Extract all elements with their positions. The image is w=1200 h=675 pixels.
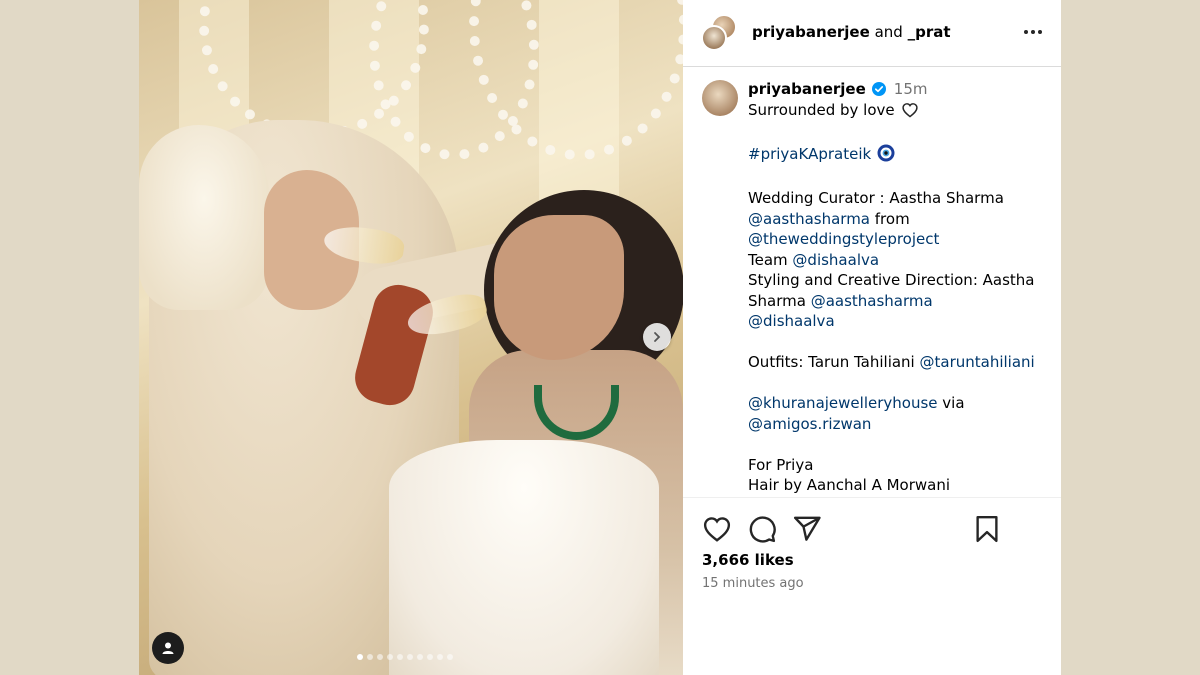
like-heart-icon[interactable]	[702, 514, 732, 544]
caption-line: Team @dishaalva	[748, 250, 1048, 271]
carousel-dot	[417, 654, 423, 660]
caption-fragment: from	[870, 209, 910, 228]
carousel-dot	[387, 654, 393, 660]
likes-count[interactable]: 3,666 likes	[702, 551, 794, 569]
bookmark-icon[interactable]	[972, 514, 1002, 544]
carousel-dot	[447, 654, 453, 660]
caption-link[interactable]: @amigos.rizwan	[748, 415, 871, 433]
caption-line: @aasthasharma from	[748, 209, 1048, 230]
caption-link[interactable]: @theweddingstyleproject	[748, 230, 939, 248]
caption-header: priyabanerjee 15m	[748, 80, 927, 98]
caption-fragment: For Priya	[748, 455, 814, 474]
carousel-dot	[407, 654, 413, 660]
caption-line	[748, 124, 1048, 145]
carousel-dot	[367, 654, 373, 660]
caption-fragment: Outfits: Tarun Tahiliani	[748, 353, 920, 371]
caption-link[interactable]: @dishaalva	[792, 251, 879, 269]
caption-link[interactable]: @aasthasharma	[811, 292, 933, 310]
post-time: 15m	[893, 80, 928, 98]
post-details-panel: priyabanerjee and _prat priyabanerjee 15…	[683, 0, 1061, 675]
groom-turban	[139, 125, 269, 310]
posted-time: 15 minutes ago	[702, 576, 804, 591]
post-header: priyabanerjee and _prat	[683, 0, 1061, 67]
joiner-text: and	[874, 23, 903, 41]
tagged-users-button[interactable]	[152, 632, 184, 664]
avatar[interactable]	[702, 80, 738, 116]
carousel-dot	[427, 654, 433, 660]
bride-face	[494, 215, 624, 360]
carousel-indicator	[357, 654, 453, 660]
caption-line	[748, 434, 1048, 455]
caption-line: #priyaKAprateik	[748, 144, 1048, 168]
carousel-dot	[437, 654, 443, 660]
caption-link[interactable]: @khuranajewelleryhouse	[748, 394, 938, 412]
verified-badge-icon	[871, 82, 886, 96]
carousel-dot	[377, 654, 383, 660]
share-icon[interactable]	[792, 514, 822, 544]
caption-link[interactable]: @hot.hair.balloon	[748, 497, 880, 498]
caption-line: Surrounded by love	[748, 100, 1048, 124]
caption-line: Hair by Aanchal A Morwani	[748, 475, 1048, 496]
caption-fragment: Wedding Curator : Aastha Sharma	[748, 189, 1004, 207]
caption-fragment: Sharma	[748, 291, 811, 310]
caption-line	[748, 373, 1048, 394]
avatar	[701, 25, 727, 51]
next-slide-button[interactable]	[643, 323, 671, 351]
more-dots-icon	[1024, 30, 1028, 34]
caption-fragment: via	[937, 394, 965, 412]
caption-fragment: Team	[748, 250, 793, 269]
caption-link[interactable]: @taruntahiliani	[920, 353, 1035, 371]
username-link[interactable]: priyabanerjee	[752, 23, 870, 41]
caption-line: Outfits: Tarun Tahiliani @taruntahiliani	[748, 352, 1048, 373]
caption-line: Sharma @aasthasharma	[748, 291, 1048, 312]
caption-fragment: Surrounded by love	[748, 101, 895, 119]
caption-line	[748, 332, 1048, 353]
action-bar	[683, 510, 1061, 550]
caption-line: @hot.hair.balloon	[748, 496, 1048, 498]
caption-line: Wedding Curator : Aastha Sharma	[748, 188, 1048, 209]
caption-line: @amigos.rizwan	[748, 414, 1048, 435]
chevron-right-icon	[654, 332, 661, 342]
user-icon	[162, 642, 174, 654]
caption-line: For Priya	[748, 455, 1048, 476]
comment-icon[interactable]	[747, 514, 777, 544]
caption-username[interactable]: priyabanerjee	[748, 80, 866, 98]
collab-title: priyabanerjee and _prat	[752, 23, 951, 41]
more-options-button[interactable]	[1021, 22, 1045, 42]
caption-link[interactable]: @aasthasharma	[748, 210, 870, 228]
wedding-cake	[389, 440, 659, 675]
caption-text: Surrounded by love #priyaKAprateik Wedding…	[748, 100, 1048, 498]
carousel-dot	[357, 654, 363, 660]
carousel-dot	[397, 654, 403, 660]
caption-line: @khuranajewelleryhouse via	[748, 393, 1048, 414]
caption-fragment: Hair by Aanchal A Morwani	[748, 476, 951, 494]
heart-outline-icon	[901, 102, 919, 124]
caption-scroll-area[interactable]: priyabanerjee 15m Surrounded by love #pri…	[683, 68, 1061, 498]
caption-line: @dishaalva	[748, 311, 1048, 332]
caption-line	[748, 168, 1048, 189]
username-link[interactable]: _prat	[908, 23, 951, 41]
caption-line: Styling and Creative Direction: Aastha	[748, 270, 1048, 291]
evil-eye-icon	[877, 144, 895, 168]
post-photo[interactable]	[139, 0, 683, 675]
caption-line: @theweddingstyleproject	[748, 229, 1048, 250]
caption-link[interactable]: #priyaKAprateik	[748, 145, 871, 163]
caption-link[interactable]: @dishaalva	[748, 312, 835, 330]
caption-fragment: Styling and Creative Direction: Aastha	[748, 271, 1035, 289]
collab-avatars[interactable]	[701, 14, 741, 54]
